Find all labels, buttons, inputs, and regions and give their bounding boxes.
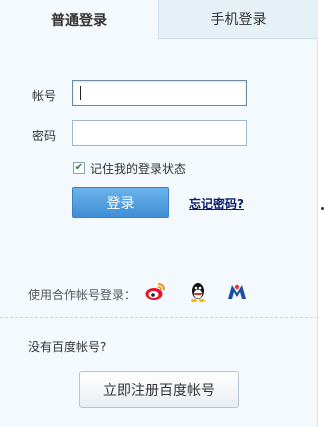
checkmark-icon: ✔ [74,162,84,173]
weibo-icon[interactable] [144,281,166,303]
account-input[interactable] [72,80,247,106]
login-panel: 普通登录 手机登录 帐号 密码 ✔ 记住我的登录状态 登录 忘记密码? 使用合作… [0,0,318,427]
tab-phone-login[interactable]: 手机登录 [159,0,318,39]
qq-icon[interactable] [187,281,209,303]
remember-checkbox[interactable]: ✔ [73,162,85,174]
scroll-dot [321,207,324,210]
remember-label: 记住我的登录状态 [90,162,187,176]
renren-icon[interactable] [226,281,248,303]
no-account-text: 没有百度帐号? [28,340,107,354]
login-button[interactable]: 登录 [72,187,169,218]
register-button[interactable]: 立即注册百度帐号 [79,371,239,408]
account-label: 帐号 [32,89,57,103]
text-caret [80,86,81,100]
forgot-password-link[interactable]: 忘记密码? [189,195,244,212]
partner-login-label: 使用合作帐号登录： [28,288,137,302]
password-label: 密码 [32,129,57,143]
login-tabs: 普通登录 手机登录 [0,0,318,39]
password-input[interactable] [72,120,247,146]
section-divider [0,317,318,318]
tab-normal-login[interactable]: 普通登录 [0,0,159,39]
